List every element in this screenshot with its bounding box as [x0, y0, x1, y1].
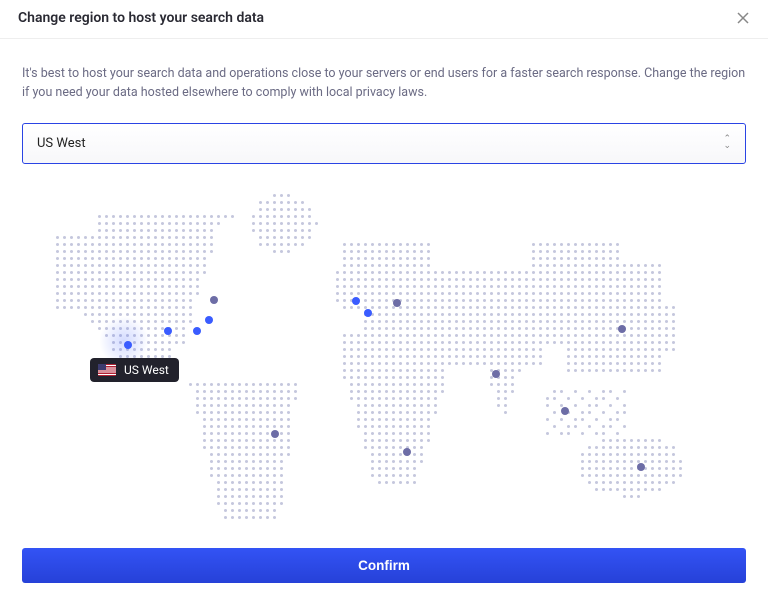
confirm-bar: Confirm — [22, 548, 746, 583]
region-marker-eu-west-a[interactable] — [352, 297, 360, 305]
dialog-header: Change region to host your search data — [0, 0, 768, 39]
region-map: US West — [22, 172, 746, 532]
region-marker-asia-east[interactable] — [618, 325, 626, 333]
region-marker-us-east-b[interactable] — [205, 316, 213, 324]
region-marker-us-central[interactable] — [164, 327, 172, 335]
tooltip-label: US West — [124, 363, 169, 377]
us-flag-icon — [98, 364, 116, 376]
dialog-title: Change region to host your search data — [18, 10, 264, 26]
region-marker-eu-west-b[interactable] — [364, 309, 372, 317]
selected-region-tooltip: US West — [90, 358, 179, 382]
region-marker-canada-east[interactable] — [210, 296, 218, 304]
region-marker-asia-se[interactable] — [561, 407, 569, 415]
dialog-content: It's best to host your search data and o… — [0, 39, 768, 542]
world-map-dots — [22, 172, 746, 532]
confirm-button-label: Confirm — [358, 558, 410, 573]
region-marker-sa-east[interactable] — [271, 430, 279, 438]
close-icon[interactable] — [736, 11, 750, 25]
description-text: It's best to host your search data and o… — [22, 65, 746, 103]
region-marker-au-east[interactable] — [637, 463, 645, 471]
region-marker-us-east-a[interactable] — [193, 327, 201, 335]
confirm-button[interactable]: Confirm — [22, 548, 746, 583]
region-marker-asia-south[interactable] — [492, 370, 500, 378]
region-marker-us-west[interactable] — [124, 341, 132, 349]
select-stepper-icon: ⌃⌄ — [723, 136, 731, 150]
region-marker-af-south[interactable] — [403, 448, 411, 456]
region-select-value: US West — [37, 136, 86, 151]
region-marker-eu-central[interactable] — [393, 299, 401, 307]
region-select[interactable]: US West ⌃⌄ — [22, 123, 746, 164]
